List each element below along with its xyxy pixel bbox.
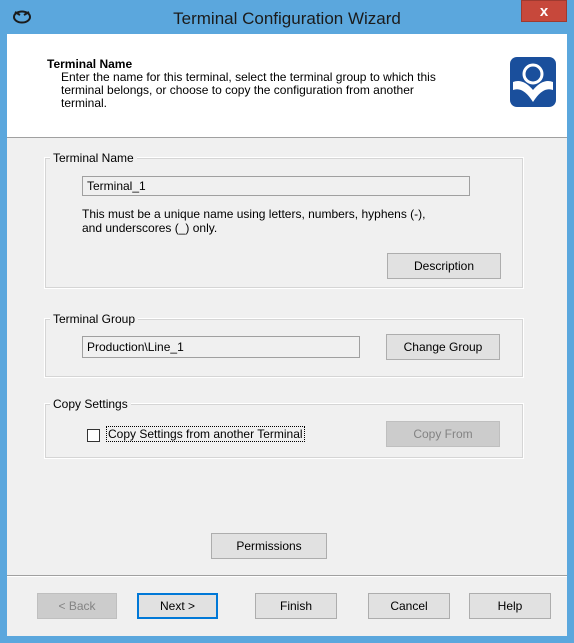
footer-separator bbox=[7, 575, 567, 577]
terminal-name-legend: Terminal Name bbox=[50, 151, 137, 165]
terminal-name-hint-1: This must be a unique name using letters… bbox=[82, 207, 426, 221]
terminal-name-hint-2: and underscores (_) only. bbox=[82, 221, 218, 235]
terminal-group-group: Terminal Group Production\Line_1 Change … bbox=[44, 312, 524, 378]
copy-settings-legend: Copy Settings bbox=[50, 397, 131, 411]
copy-from-button[interactable]: Copy From bbox=[386, 421, 500, 447]
back-button[interactable]: < Back bbox=[37, 593, 117, 619]
finish-button[interactable]: Finish bbox=[255, 593, 337, 619]
help-button[interactable]: Help bbox=[469, 593, 551, 619]
header-description: Enter the name for this terminal, select… bbox=[61, 70, 436, 110]
copy-settings-checkbox-label[interactable]: Copy Settings from another Terminal bbox=[106, 426, 305, 442]
next-button[interactable]: Next > bbox=[137, 593, 218, 619]
thinmanager-logo-icon bbox=[510, 57, 556, 107]
description-button[interactable]: Description bbox=[387, 253, 501, 279]
title-bar[interactable]: Terminal Configuration Wizard x bbox=[0, 0, 574, 34]
header-title: Terminal Name bbox=[47, 57, 133, 71]
terminal-group-legend: Terminal Group bbox=[50, 312, 139, 326]
close-button[interactable]: x bbox=[521, 0, 567, 22]
terminal-name-group: Terminal Name Terminal_1 This must be a … bbox=[44, 151, 524, 289]
window-title: Terminal Configuration Wizard bbox=[173, 9, 401, 28]
copy-settings-group: Copy Settings Copy Settings from another… bbox=[44, 397, 524, 459]
terminal-group-input: Production\Line_1 bbox=[82, 336, 360, 358]
terminal-name-input[interactable]: Terminal_1 bbox=[82, 176, 470, 196]
wizard-header: Terminal Name Enter the name for this te… bbox=[7, 34, 567, 138]
cancel-button[interactable]: Cancel bbox=[368, 593, 450, 619]
copy-settings-checkbox[interactable] bbox=[87, 429, 100, 442]
wizard-window: Terminal Configuration Wizard x Terminal… bbox=[0, 0, 574, 643]
wizard-client-area: Terminal Name Enter the name for this te… bbox=[7, 34, 567, 636]
change-group-button[interactable]: Change Group bbox=[386, 334, 500, 360]
permissions-button[interactable]: Permissions bbox=[211, 533, 327, 559]
